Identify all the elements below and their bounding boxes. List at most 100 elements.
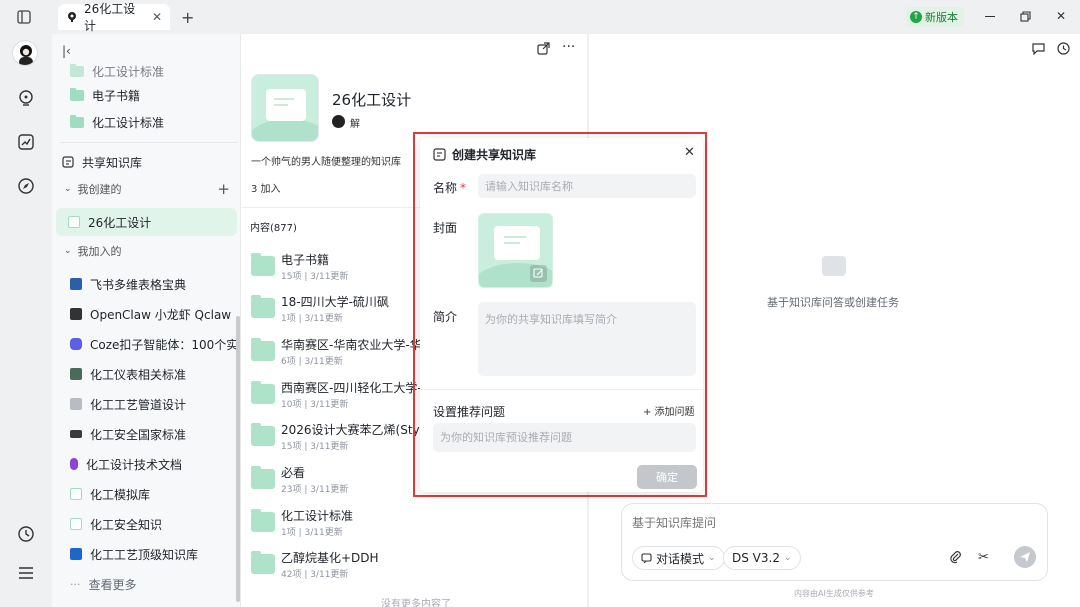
chevron-down-icon: ⌄ (64, 184, 72, 194)
chat-mode-icon (641, 552, 652, 564)
kb-icon (70, 368, 82, 380)
history-icon[interactable] (1057, 42, 1070, 55)
tab-pin-icon (66, 11, 78, 23)
confirm-button[interactable]: 确定 (637, 465, 697, 489)
sidebar-item-label: Coze扣子智能体：100个实... (90, 337, 240, 352)
compass-icon[interactable] (17, 177, 35, 195)
sidebar-item-label: 飞书多维表格宝典 (90, 277, 187, 292)
list-item-meta: 1项 | 3/11更新 (281, 528, 343, 538)
new-chat-icon[interactable] (1032, 42, 1045, 55)
kb-icon (70, 548, 82, 560)
more-options-icon[interactable]: ··· (562, 39, 575, 55)
new-version-label: 新版本 (925, 11, 958, 24)
sidebar-scrollbar[interactable] (236, 316, 240, 602)
history-icon[interactable] (17, 525, 35, 543)
sidebar-item-ebooks[interactable]: 电子书籍 (52, 81, 240, 109)
model-selector[interactable]: DS V3.2 ⌄ (723, 546, 801, 570)
bulb-icon[interactable] (17, 89, 35, 107)
sidebar-item-label: 化工模拟库 (90, 487, 151, 502)
chevron-down-icon: ⌄ (64, 246, 72, 256)
kb-icon (68, 216, 80, 228)
close-window-icon[interactable]: ✕ (1056, 9, 1066, 23)
collapse-sidebar-icon[interactable]: |‹ (62, 44, 71, 58)
minimize-icon[interactable] (985, 16, 995, 17)
created-by-me-group[interactable]: ⌄ 我创建的 + (52, 178, 240, 200)
kb-intro-textarea[interactable] (478, 302, 696, 376)
list-item-title: 西南赛区-四川轻化工大学-盐 (281, 381, 434, 395)
sidebar-item-joined[interactable]: 化工工艺管道设计 (52, 390, 240, 418)
sidebar-item-label: 化工工艺管道设计 (90, 397, 187, 412)
sidebar-item-joined[interactable]: 化工设计技术文档 (52, 450, 240, 478)
folder-icon (251, 551, 275, 574)
folder-icon (251, 423, 275, 446)
chart-edit-icon[interactable] (17, 133, 35, 151)
list-item-meta: 6项 | 3/11更新 (281, 357, 343, 367)
mode-selector[interactable]: 对话模式 ⌄ (632, 546, 725, 570)
name-label-text: 名称 (433, 181, 458, 195)
tab-active[interactable]: 26化工设计 ✕ (58, 2, 170, 33)
joined-group[interactable]: ⌄ 我加入的 (52, 240, 240, 262)
cover-upload[interactable] (478, 213, 553, 288)
folder-icon (251, 295, 275, 318)
list-item-meta: 1项 | 3/11更新 (281, 314, 343, 324)
sidebar-toggle-icon[interactable] (17, 10, 31, 24)
sidebar-item-joined[interactable]: OpenClaw 小龙虾 Qclaw (52, 300, 240, 328)
list-item-title: 电子书籍 (281, 253, 330, 267)
chat-input[interactable] (632, 512, 1032, 534)
sidebar-item-joined[interactable]: 化工仪表相关标准 (52, 360, 240, 388)
model-label: DS V3.2 (732, 551, 780, 565)
folder-icon (251, 509, 275, 532)
sidebar-item-joined[interactable]: Coze扣子智能体：100个实... (52, 330, 240, 358)
sidebar-item-label: 26化工设计 (88, 215, 152, 230)
list-item-title: 乙醇烷基化+DDH (281, 551, 379, 565)
required-mark: * (460, 181, 467, 195)
mode-label: 对话模式 (656, 551, 705, 566)
edit-icon[interactable] (530, 265, 547, 282)
kb-icon (70, 518, 82, 530)
list-item[interactable]: 化工设计标准 1项 | 3/11更新 (251, 507, 581, 543)
add-question-button[interactable]: + 添加问题 (643, 403, 695, 418)
divider (420, 389, 703, 390)
tab-close-icon[interactable]: ✕ (152, 10, 162, 24)
restore-icon[interactable] (1020, 11, 1031, 22)
scissors-icon[interactable]: ✂ (978, 550, 989, 565)
sidebar-item-label: OpenClaw 小龙虾 Qclaw (90, 307, 232, 322)
sidebar-item-label: 化工仪表相关标准 (90, 367, 187, 382)
share-icon[interactable] (537, 42, 550, 55)
view-more-link[interactable]: ··· 查看更多 (52, 570, 240, 598)
avatar[interactable] (12, 40, 38, 66)
kb-name-input[interactable] (478, 174, 696, 198)
add-kb-icon[interactable]: + (217, 180, 230, 198)
close-icon[interactable]: ✕ (684, 145, 695, 160)
kb-icon (70, 458, 78, 470)
list-footer: 没有更多内容了 (381, 599, 451, 607)
recommend-question-input[interactable] (433, 423, 696, 452)
view-more-label: 查看更多 (88, 577, 137, 592)
new-version-badge[interactable]: ↑ 新版本 (906, 7, 964, 27)
send-button[interactable] (1014, 546, 1036, 568)
sidebar-item-joined[interactable]: 化工安全国家标准 (52, 420, 240, 448)
sidebar: |‹ 化工设计标准 电子书籍 化工设计标准 共享知识库 ⌄ 我创建的 + 26化… (52, 34, 241, 607)
folder-icon (70, 87, 84, 101)
shared-kb-header[interactable]: 共享知识库 (52, 148, 240, 176)
list-item-title: 化工设计标准 (281, 509, 354, 523)
chevron-down-icon: ⌄ (708, 553, 716, 563)
dialog-title: 创建共享知识库 (452, 148, 537, 162)
sidebar-item-joined[interactable]: 化工模拟库 (52, 480, 240, 508)
sidebar-item-joined[interactable]: 飞书多维表格宝典 (52, 270, 240, 298)
list-item-meta: 42项 | 3/11更新 (281, 570, 349, 580)
kb-title: 26化工设计 (332, 91, 412, 109)
sidebar-item-active[interactable]: 26化工设计 (56, 208, 237, 236)
menu-icon[interactable] (17, 566, 35, 580)
sidebar-item-joined[interactable]: 化工工艺顶级知识库 (52, 540, 240, 568)
new-tab-icon[interactable]: + (181, 8, 194, 27)
sidebar-item-joined[interactable]: 化工安全知识 (52, 510, 240, 538)
shared-kb-icon (62, 156, 74, 168)
disclaimer: 内容由AI生成仅供参考 (794, 589, 874, 598)
cover-label: 封面 (433, 221, 458, 235)
list-item[interactable]: 乙醇烷基化+DDH 42项 | 3/11更新 (251, 549, 581, 585)
sidebar-item-label: 化工设计标准 (92, 64, 165, 79)
shared-kb-label: 共享知识库 (82, 155, 143, 170)
sidebar-item-design-standards[interactable]: 化工设计标准 (52, 108, 240, 136)
attach-icon[interactable] (949, 550, 962, 564)
